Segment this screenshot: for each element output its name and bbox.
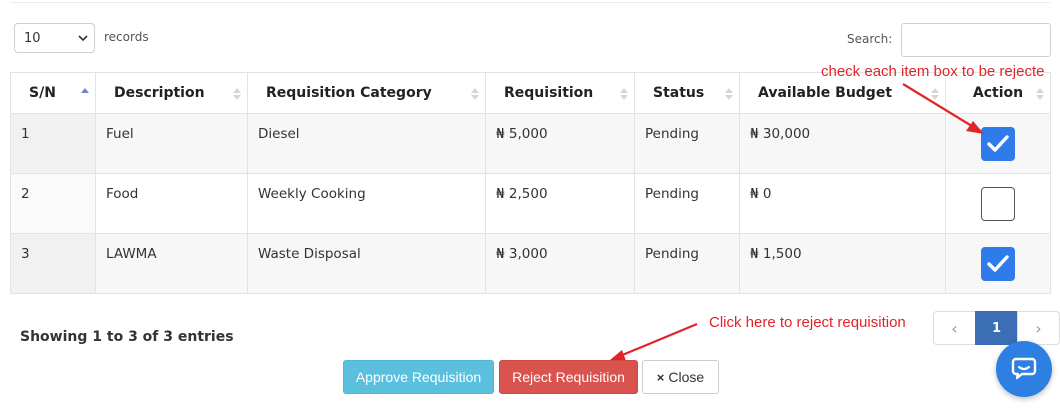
table-info: Showing 1 to 3 of 3 entries — [20, 329, 234, 345]
pagination-prev-button[interactable]: ‹ — [933, 311, 976, 345]
table-row: 3 LAWMA Waste Disposal ₦ 3,000 Pending ₦… — [10, 233, 1051, 294]
cell-status: Pending — [634, 113, 740, 174]
approve-requisition-button[interactable]: Approve Requisition — [343, 360, 494, 394]
top-divider — [10, 2, 1050, 3]
row-checkbox[interactable] — [981, 126, 1015, 161]
records-per-page-select[interactable]: 10 — [14, 23, 95, 53]
arrow-icon — [610, 322, 698, 361]
cell-action — [945, 233, 1051, 294]
records-label: records — [104, 30, 149, 44]
cell-category: Weekly Cooking — [247, 173, 486, 234]
table-row: 2 Food Weekly Cooking ₦ 2,500 Pending ₦ … — [10, 173, 1051, 234]
cell-sn: 1 — [10, 113, 96, 174]
sort-asc-icon — [81, 88, 89, 93]
sort-icon — [931, 88, 939, 100]
column-header-label: Available Budget — [758, 85, 893, 101]
column-header-status[interactable]: Status — [634, 72, 740, 114]
cell-budget: ₦ 30,000 — [739, 113, 946, 174]
column-header-requisition[interactable]: Requisition — [485, 72, 635, 114]
row-checkbox[interactable] — [981, 186, 1015, 221]
reject-requisition-button[interactable]: Reject Requisition — [499, 360, 638, 394]
pagination-page-button[interactable]: 1 — [975, 311, 1018, 345]
chevron-right-icon: › — [1035, 318, 1042, 338]
sort-icon — [233, 88, 241, 100]
chat-widget-button[interactable] — [996, 341, 1052, 397]
annotation-check-hint: check each item box to be rejecte — [821, 63, 1045, 80]
cell-budget: ₦ 0 — [739, 173, 946, 234]
column-header-sn[interactable]: S/N — [10, 72, 96, 114]
sort-icon — [620, 88, 628, 100]
cell-requisition: ₦ 5,000 — [485, 113, 635, 174]
requisition-table: S/N Description Requisition Category Req… — [10, 72, 1051, 294]
cell-requisition: ₦ 2,500 — [485, 173, 635, 234]
cell-status: Pending — [634, 233, 740, 294]
search-label: Search: — [847, 32, 893, 46]
annotation-reject-hint: Click here to reject requisition — [709, 314, 906, 331]
row-checkbox[interactable] — [981, 246, 1015, 281]
column-header-label: Status — [653, 85, 705, 101]
cell-category: Diesel — [247, 113, 486, 174]
cell-status: Pending — [634, 173, 740, 234]
table-row: 1 Fuel Diesel ₦ 5,000 Pending ₦ 30,000 — [10, 113, 1051, 174]
sort-icon — [471, 88, 479, 100]
cell-sn: 2 — [10, 173, 96, 234]
sort-icon — [1036, 88, 1044, 100]
checkmark-icon — [987, 134, 1009, 152]
records-per-page-value: 10 — [24, 31, 41, 46]
checkmark-icon — [987, 254, 1009, 272]
cell-description: Fuel — [95, 113, 248, 174]
column-header-label: Requisition Category — [266, 85, 432, 101]
cell-description: LAWMA — [95, 233, 248, 294]
close-button[interactable]: × Close — [642, 360, 719, 394]
column-header-label: Description — [114, 85, 205, 101]
cell-budget: ₦ 1,500 — [739, 233, 946, 294]
cell-description: Food — [95, 173, 248, 234]
column-header-description[interactable]: Description — [95, 72, 248, 114]
cell-action — [945, 173, 1051, 234]
cell-sn: 3 — [10, 233, 96, 294]
close-x-icon: × — [656, 369, 665, 385]
chat-icon — [1011, 357, 1037, 380]
column-header-category[interactable]: Requisition Category — [247, 72, 486, 114]
sort-icon — [725, 88, 733, 100]
search-input[interactable] — [901, 23, 1051, 57]
close-button-label: Close — [668, 369, 705, 385]
cell-requisition: ₦ 3,000 — [485, 233, 635, 294]
column-header-label: Requisition — [504, 85, 594, 101]
pagination-next-button[interactable]: › — [1017, 311, 1060, 345]
chevron-left-icon: ‹ — [951, 318, 958, 338]
column-header-label: S/N — [29, 85, 56, 101]
column-header-label: Action — [972, 85, 1024, 101]
cell-action — [945, 113, 1051, 174]
pagination: ‹ 1 › — [933, 311, 1060, 345]
chevron-down-icon — [78, 35, 88, 42]
cell-category: Waste Disposal — [247, 233, 486, 294]
